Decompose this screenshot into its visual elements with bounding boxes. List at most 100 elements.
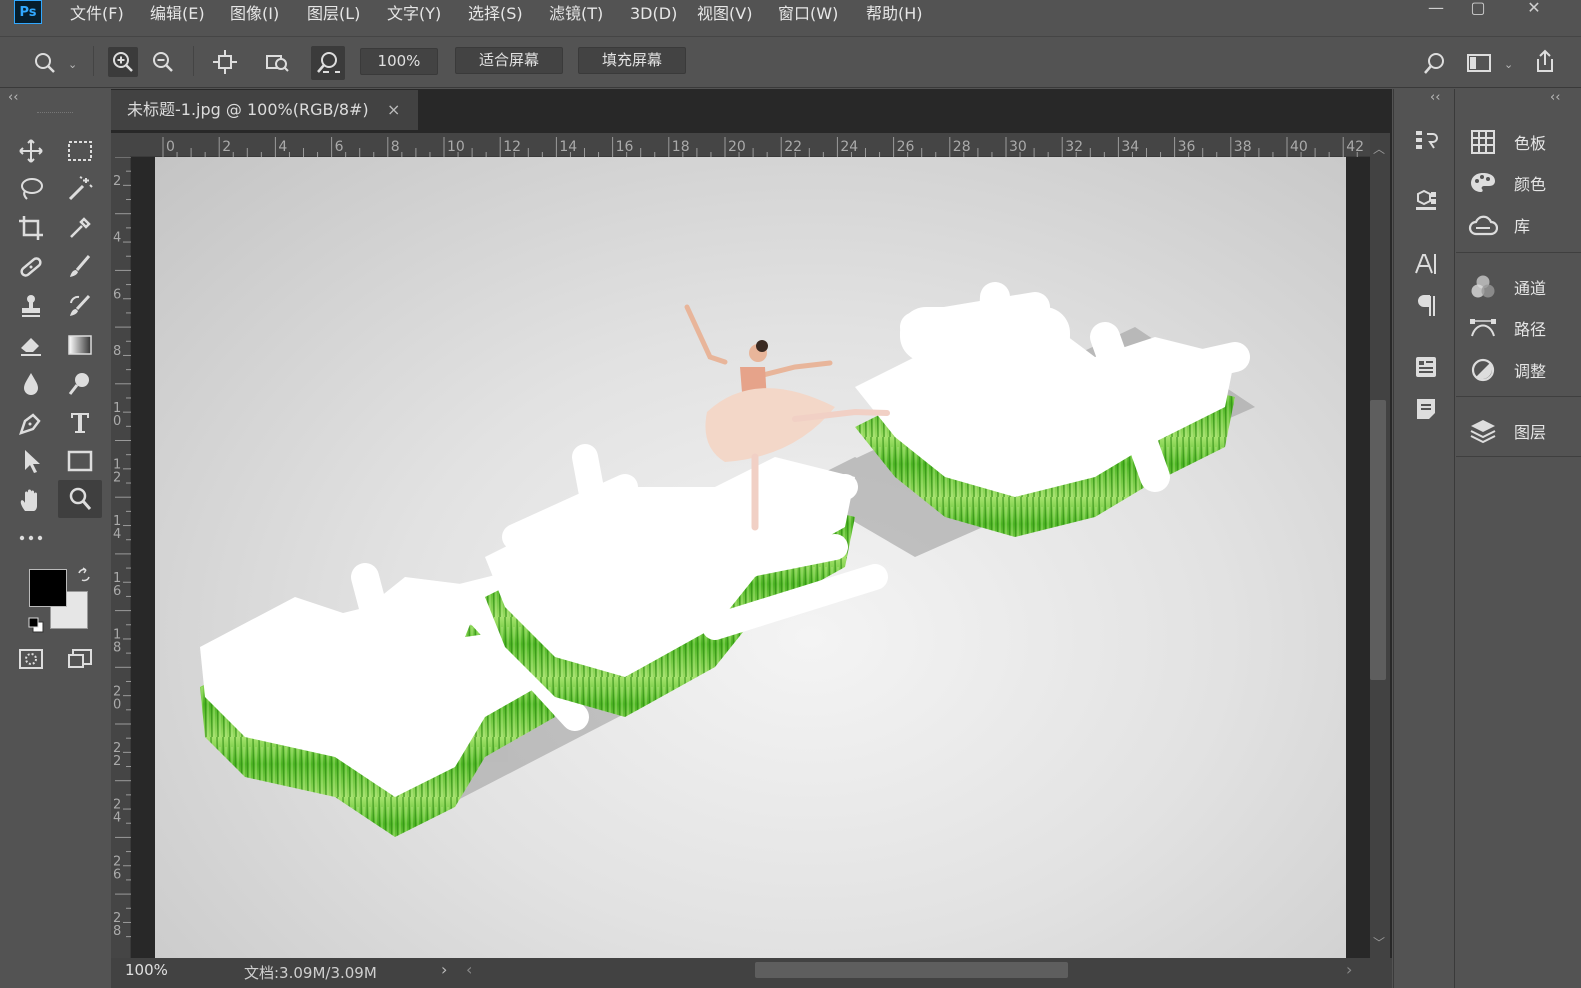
properties-panel-icon[interactable]: [1409, 350, 1443, 384]
zoom-tool-icon[interactable]: [58, 480, 102, 518]
scroll-left-icon[interactable]: ‹: [466, 960, 472, 979]
photoshop-logo: Ps: [14, 0, 42, 24]
menu-edit[interactable]: 编辑(E): [150, 3, 205, 25]
eyedropper-icon[interactable]: [62, 210, 98, 246]
menu-layer[interactable]: 图层(L): [307, 3, 360, 25]
blur-tool-icon[interactable]: [13, 366, 49, 402]
divider: [193, 46, 194, 76]
vertical-scroll-thumb[interactable]: [1370, 400, 1386, 680]
collapse-mid-icon[interactable]: ‹‹: [1430, 90, 1440, 105]
zoom-all-windows-icon[interactable]: [262, 47, 292, 77]
fit-screen-button[interactable]: 适合屏幕: [455, 47, 563, 74]
zoom-out-icon[interactable]: [148, 47, 178, 77]
panel-adjustments[interactable]: 调整: [1466, 351, 1546, 389]
rectangle-tool-icon[interactable]: [62, 443, 98, 479]
eraser-tool-icon[interactable]: [13, 327, 49, 363]
swap-colors-icon[interactable]: [76, 567, 92, 587]
notes-panel-icon[interactable]: [1409, 392, 1443, 426]
clone-stamp-icon[interactable]: [13, 288, 49, 324]
quick-mask-icon[interactable]: [13, 641, 49, 677]
fill-screen-button[interactable]: 填充屏幕: [578, 47, 686, 74]
zoom-value-field[interactable]: 100%: [360, 48, 438, 75]
brush-tool-icon[interactable]: [62, 249, 98, 285]
minimize-button[interactable]: —: [1418, 0, 1454, 18]
horizontal-scroll-thumb[interactable]: [755, 962, 1068, 978]
status-doc-size: 文档:3.09M/3.09M: [244, 964, 377, 982]
collapse-left-icon[interactable]: ‹‹: [8, 90, 18, 105]
default-colors-icon[interactable]: [28, 617, 44, 637]
panel-divider: [1456, 396, 1581, 397]
panel-label: 调整: [1514, 362, 1547, 381]
document-tab[interactable]: 未标题-1.jpg @ 100%(RGB/8#): [111, 90, 418, 130]
search-icon[interactable]: [1420, 48, 1450, 78]
scroll-up-icon[interactable]: ︿: [1373, 140, 1385, 157]
panel-channels[interactable]: 通道: [1466, 268, 1546, 306]
close-tab-icon[interactable]: ×: [387, 90, 407, 130]
menu-file[interactable]: 文件(F): [70, 3, 124, 25]
panel-paths[interactable]: 路径: [1466, 309, 1546, 347]
close-window-button[interactable]: ✕: [1516, 0, 1552, 18]
panel-libraries[interactable]: 库: [1466, 206, 1530, 244]
collapse-right-icon[interactable]: ‹‹: [1550, 90, 1560, 105]
ruler-label: 16: [616, 139, 634, 155]
ruler-label: 10: [447, 139, 465, 155]
move-tool-icon[interactable]: [13, 133, 49, 169]
swatches-icon: [1466, 125, 1500, 159]
chevron-down-icon[interactable]: ⌄: [68, 58, 77, 71]
character-panel-icon[interactable]: [1409, 247, 1443, 281]
status-menu-arrow[interactable]: ›: [441, 960, 447, 979]
type-tool-icon[interactable]: [62, 405, 98, 441]
screen-mode-icon[interactable]: [62, 641, 98, 677]
menu-help[interactable]: 帮助(H): [866, 3, 923, 25]
panel-layers[interactable]: 图层: [1466, 412, 1546, 450]
panel-label: 色板: [1514, 134, 1547, 153]
gradient-tool-icon[interactable]: [62, 327, 98, 363]
ruler-origin[interactable]: [111, 133, 130, 157]
menu-filter[interactable]: 滤镜(T): [549, 3, 603, 25]
zoom-in-icon[interactable]: [108, 47, 138, 77]
rectangular-marquee-icon[interactable]: [62, 133, 98, 169]
workspace-icon[interactable]: [1464, 48, 1494, 78]
menu-3d[interactable]: 3D(D): [630, 3, 677, 25]
chevron-down-icon[interactable]: ⌄: [1504, 58, 1513, 71]
lasso-tool-icon[interactable]: [13, 171, 49, 207]
scroll-down-icon[interactable]: ﹀: [1373, 934, 1385, 951]
maximize-button[interactable]: ▢: [1460, 0, 1496, 18]
ruler-label: 0: [166, 139, 175, 155]
hand-tool-icon[interactable]: [13, 482, 49, 518]
panel-swatches[interactable]: 色板: [1466, 123, 1546, 161]
grip: [37, 112, 73, 115]
foreground-color-swatch[interactable]: [29, 569, 67, 607]
history-panel-icon[interactable]: [1409, 124, 1443, 158]
channels-icon: [1466, 270, 1500, 304]
paragraph-panel-icon[interactable]: [1409, 289, 1443, 323]
menu-image[interactable]: 图像(I): [230, 3, 279, 25]
zoom-tool-preset-icon[interactable]: [30, 48, 60, 78]
3d-panel-icon[interactable]: [1409, 184, 1443, 218]
horizontal-ruler[interactable]: 0 2 4 6 8 10 12 14 16 18 20 22 24 26 28 30 32 34 36 38 40 42: [130, 133, 1370, 157]
menu-select[interactable]: 选择(S): [468, 3, 523, 25]
resize-windows-icon[interactable]: [210, 47, 240, 77]
color-palette-icon: [1466, 166, 1500, 200]
adjustments-icon: [1466, 353, 1500, 387]
history-brush-icon[interactable]: [62, 288, 98, 324]
pen-tool-icon[interactable]: [13, 405, 49, 441]
panel-color[interactable]: 颜色: [1466, 164, 1546, 202]
dodge-tool-icon[interactable]: [62, 366, 98, 402]
vertical-ruler[interactable]: 246810121416182022242628: [111, 157, 131, 958]
status-zoom[interactable]: 100%: [125, 961, 168, 979]
magic-wand-icon[interactable]: [62, 171, 98, 207]
canvas-image[interactable]: [155, 157, 1346, 958]
menu-type[interactable]: 文字(Y): [387, 3, 441, 25]
crop-tool-icon[interactable]: [13, 210, 49, 246]
ruler-label: 22: [784, 139, 802, 155]
healing-brush-icon[interactable]: [13, 249, 49, 285]
share-icon[interactable]: [1530, 46, 1560, 76]
path-selection-icon[interactable]: [13, 443, 49, 479]
menu-view[interactable]: 视图(V): [697, 3, 752, 25]
menu-window[interactable]: 窗口(W): [778, 3, 838, 25]
layers-icon: [1466, 414, 1500, 448]
scroll-right-icon[interactable]: ›: [1346, 960, 1352, 979]
more-tools-icon[interactable]: [13, 520, 49, 556]
scrubby-zoom-icon[interactable]: [311, 46, 345, 80]
